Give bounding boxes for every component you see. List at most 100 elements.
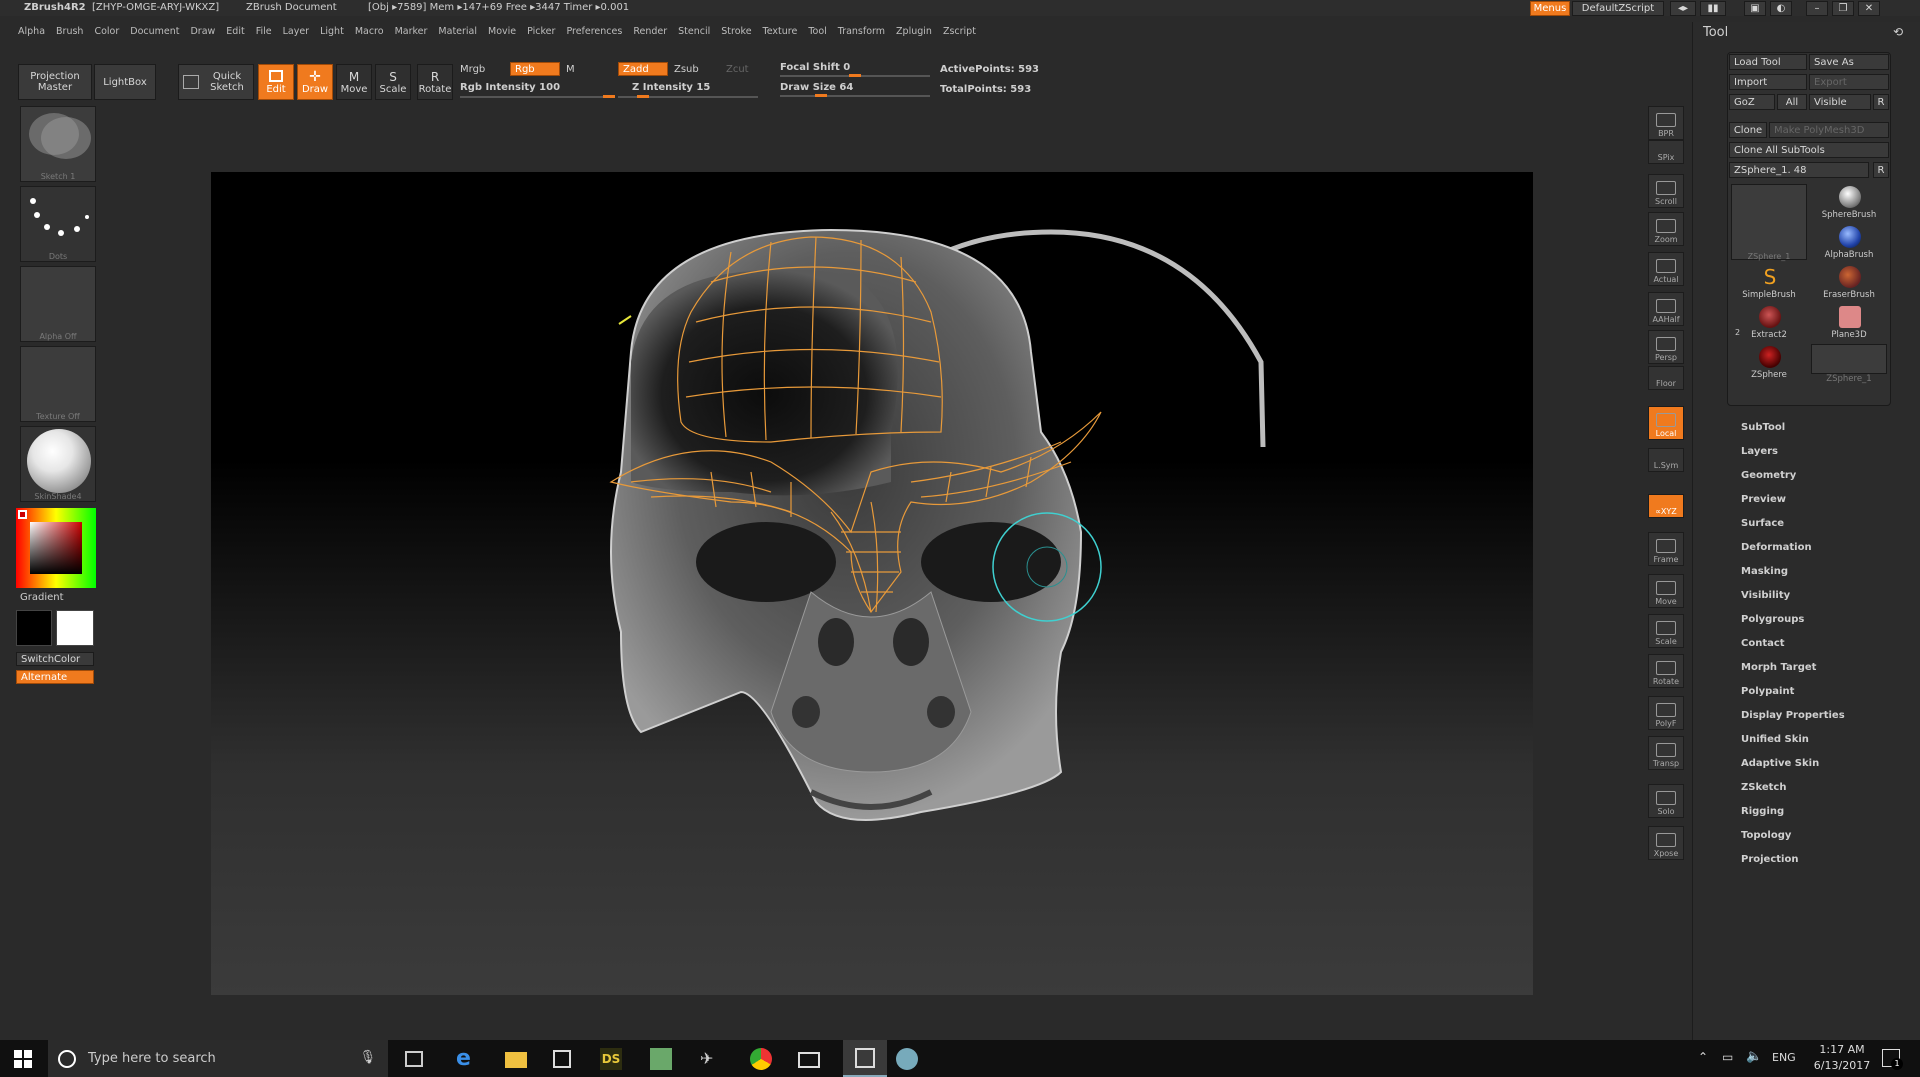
switch-color-button[interactable]: SwitchColor xyxy=(16,652,94,666)
task-view-icon[interactable] xyxy=(405,1051,423,1067)
tool-extract2[interactable]: Extract2 xyxy=(1731,304,1807,342)
subpalette-unified-skin[interactable]: Unified Skin xyxy=(1741,734,1809,745)
menu-zscript[interactable]: Zscript xyxy=(943,26,976,37)
tool-r-button[interactable]: R xyxy=(1873,162,1889,178)
paint-app-icon[interactable] xyxy=(896,1048,918,1070)
restore-icon[interactable]: ❐ xyxy=(1832,1,1854,16)
shelf-xyz-button[interactable]: ∝XYZ xyxy=(1648,494,1684,518)
language-indicator[interactable]: ENG xyxy=(1772,1051,1796,1064)
menu-color[interactable]: Color xyxy=(94,26,119,37)
shelf-scale-button[interactable]: Scale xyxy=(1648,614,1684,648)
menu-marker[interactable]: Marker xyxy=(395,26,428,37)
tool-alphabrush[interactable]: AlphaBrush xyxy=(1811,224,1887,262)
color-icon[interactable]: ◐ xyxy=(1770,1,1792,16)
subpalette-adaptive-skin[interactable]: Adaptive Skin xyxy=(1741,758,1819,769)
import-button[interactable]: Import xyxy=(1729,74,1807,90)
tool-simplebrush[interactable]: S SimpleBrush xyxy=(1731,264,1807,302)
tool-plane3d[interactable]: Plane3D xyxy=(1811,304,1887,342)
shelf-floor-button[interactable]: Floor xyxy=(1648,366,1684,390)
menu-render[interactable]: Render xyxy=(633,26,667,37)
menu-brush[interactable]: Brush xyxy=(56,26,83,37)
menu-movie[interactable]: Movie xyxy=(488,26,516,37)
shelf-polyf-button[interactable]: PolyF xyxy=(1648,696,1684,730)
zbrush-taskbar-button[interactable] xyxy=(843,1040,887,1077)
tray-chevron-icon[interactable]: ⌃ xyxy=(1698,1050,1708,1064)
shelf-xpose-button[interactable]: Xpose xyxy=(1648,826,1684,860)
layout2-icon[interactable]: ▮▮ xyxy=(1700,1,1726,16)
mail-icon[interactable] xyxy=(798,1052,820,1068)
rgb-intensity-slider[interactable] xyxy=(460,96,615,98)
menu-light[interactable]: Light xyxy=(320,26,344,37)
menu-macro[interactable]: Macro xyxy=(355,26,384,37)
menu-stencil[interactable]: Stencil xyxy=(678,26,710,37)
shelf-lsym-button[interactable]: L.Sym xyxy=(1648,448,1684,472)
all-button[interactable]: All xyxy=(1777,94,1807,110)
menu-stroke[interactable]: Stroke xyxy=(721,26,751,37)
save-as-button[interactable]: Save As xyxy=(1809,54,1889,70)
mrgb-toggle[interactable]: Mrgb xyxy=(460,64,485,75)
move-button[interactable]: M Move xyxy=(336,64,372,100)
subpalette-rigging[interactable]: Rigging xyxy=(1741,806,1784,817)
tool-eraserbrush[interactable]: EraserBrush xyxy=(1811,264,1887,302)
export-button[interactable]: Export xyxy=(1809,74,1889,90)
volume-icon[interactable]: 🔈 xyxy=(1746,1049,1762,1064)
zsub-toggle[interactable]: Zsub xyxy=(674,64,699,75)
subpalette-subtool[interactable]: SubTool xyxy=(1741,422,1785,433)
clock-time[interactable]: 1:17 AM xyxy=(1812,1043,1872,1056)
focal-shift-knob[interactable] xyxy=(849,74,861,77)
lightbox-button[interactable]: LightBox xyxy=(94,64,156,100)
menu-tool[interactable]: Tool xyxy=(808,26,826,37)
subpalette-polygroups[interactable]: Polygroups xyxy=(1741,614,1804,625)
alpha-thumbnail[interactable] xyxy=(20,266,96,342)
m-toggle[interactable]: M xyxy=(566,64,575,75)
subpalette-masking[interactable]: Masking xyxy=(1741,566,1788,577)
taskbar-search-box[interactable]: Type here to search 🎙 xyxy=(48,1040,388,1077)
store-icon[interactable] xyxy=(553,1050,571,1068)
shelf-aahalf-button[interactable]: AAHalf xyxy=(1648,292,1684,326)
rgb-toggle[interactable]: Rgb xyxy=(510,62,560,76)
zadd-toggle[interactable]: Zadd xyxy=(618,62,668,76)
app-green-icon[interactable] xyxy=(650,1048,672,1070)
menu-layer[interactable]: Layer xyxy=(283,26,310,37)
shelf-persp-button[interactable]: Persp xyxy=(1648,330,1684,364)
primary-color-swatch[interactable] xyxy=(16,610,52,646)
network-icon[interactable]: ▭ xyxy=(1722,1050,1733,1064)
shelf-local-button[interactable]: Local xyxy=(1648,406,1684,440)
goz-r-button[interactable]: R xyxy=(1873,94,1889,110)
draw-size-slider[interactable] xyxy=(780,95,930,97)
visible-button[interactable]: Visible xyxy=(1809,94,1871,110)
menu-picker[interactable]: Picker xyxy=(527,26,555,37)
menu-draw[interactable]: Draw xyxy=(190,26,215,37)
subpalette-projection[interactable]: Projection xyxy=(1741,854,1798,865)
clone-all-subtools-button[interactable]: Clone All SubTools xyxy=(1729,142,1889,158)
close-icon[interactable]: ✕ xyxy=(1858,1,1880,16)
zcut-toggle[interactable]: Zcut xyxy=(726,64,749,75)
default-zscript-button[interactable]: DefaultZScript xyxy=(1572,1,1664,16)
goz-button[interactable]: GoZ xyxy=(1729,94,1775,110)
daz-studio-icon[interactable]: DS xyxy=(600,1048,622,1070)
shelf-zoom-button[interactable]: Zoom xyxy=(1648,212,1684,246)
shelf-bpr-button[interactable]: BPR xyxy=(1648,106,1684,140)
current-tool-thumbnail[interactable] xyxy=(1731,184,1807,260)
document-canvas[interactable] xyxy=(211,172,1533,995)
z-intensity-knob[interactable] xyxy=(637,95,650,98)
draw-button[interactable]: ✛ Draw xyxy=(297,64,333,100)
layout-icon[interactable]: ◂▸ xyxy=(1670,1,1696,16)
secondary-color-swatch[interactable] xyxy=(56,610,94,646)
make-polymesh-button[interactable]: Make PolyMesh3D xyxy=(1769,122,1889,138)
menu-material[interactable]: Material xyxy=(438,26,477,37)
current-tool-slider[interactable]: ZSphere_1. 48 xyxy=(1729,162,1869,178)
clock-date[interactable]: 6/13/2017 xyxy=(1806,1059,1878,1072)
color-picker[interactable] xyxy=(16,508,96,588)
shelf-rotate-button[interactable]: Rotate xyxy=(1648,654,1684,688)
menus-button[interactable]: Menus xyxy=(1530,1,1570,16)
subpalette-preview[interactable]: Preview xyxy=(1741,494,1786,505)
menu-preferences[interactable]: Preferences xyxy=(566,26,622,37)
subpalette-deformation[interactable]: Deformation xyxy=(1741,542,1812,553)
menu-zplugin[interactable]: Zplugin xyxy=(896,26,932,37)
subpalette-morph-target[interactable]: Morph Target xyxy=(1741,662,1816,673)
rgb-intensity-knob[interactable] xyxy=(603,95,615,98)
windows-start-icon[interactable] xyxy=(14,1050,32,1068)
stroke-thumbnail[interactable] xyxy=(20,186,96,262)
menu-transform[interactable]: Transform xyxy=(838,26,885,37)
